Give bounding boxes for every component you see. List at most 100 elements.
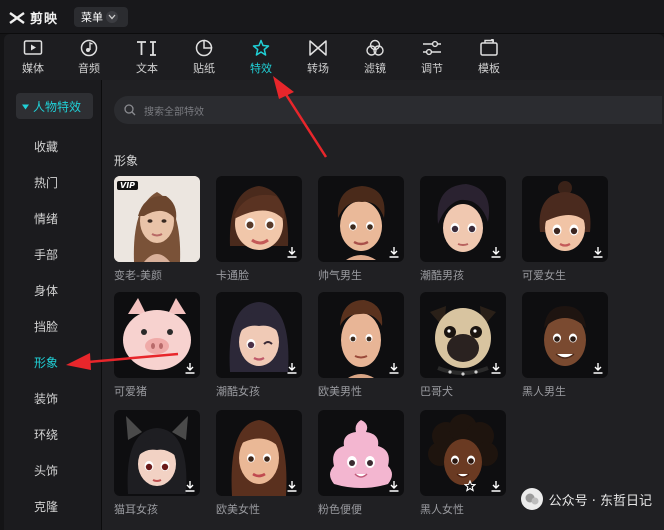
transition-icon (308, 38, 328, 58)
star-icon[interactable] (464, 480, 476, 492)
effect-card-pug[interactable]: 巴哥犬 (420, 292, 506, 399)
menu-button[interactable]: 菜单 (74, 7, 128, 27)
tab-audio[interactable]: 音频 (65, 38, 113, 78)
media-icon (23, 38, 43, 58)
tab-transition[interactable]: 转场 (294, 38, 342, 78)
effect-card-cartoon-face[interactable]: 卡通脸 (216, 176, 302, 283)
effect-label: 潮酷女孩 (216, 385, 260, 398)
sidebar-category-label: 人物特效 (33, 99, 82, 114)
tab-label: 调节 (421, 62, 443, 75)
effects-icon (251, 38, 271, 58)
effect-label: 可爱猪 (114, 385, 147, 398)
sidebar-item-hot[interactable]: 热门 (4, 171, 102, 193)
menu-label: 菜单 (81, 11, 103, 24)
effect-label: 欧美男性 (318, 385, 362, 398)
sidebar-item-headwear[interactable]: 头饰 (4, 459, 102, 481)
effect-thumbnail (216, 176, 302, 262)
tab-media[interactable]: 媒体 (9, 38, 57, 78)
effect-label: 黑人女性 (420, 503, 464, 516)
effect-card-handsome-boy[interactable]: 帅气男生 (318, 176, 404, 283)
download-icon[interactable] (286, 480, 298, 492)
effect-label: 潮酷男孩 (420, 269, 464, 282)
sticker-icon (194, 38, 214, 58)
capcut-logo-icon (8, 10, 26, 26)
template-icon (479, 38, 499, 58)
effect-card-western-woman[interactable]: 欧美女性 (216, 410, 302, 517)
effect-card-cool-boy[interactable]: 潮酷男孩 (420, 176, 506, 283)
download-icon[interactable] (184, 362, 196, 374)
download-icon[interactable] (490, 480, 502, 492)
effect-card-cute-girl[interactable]: 可爱女生 (522, 176, 608, 283)
tab-label: 音频 (78, 62, 100, 75)
tab-filter[interactable]: 滤镜 (351, 38, 399, 78)
tab-sticker[interactable]: 贴纸 (180, 38, 228, 78)
tab-adjust[interactable]: 调节 (408, 38, 456, 78)
tab-label: 模板 (478, 62, 500, 75)
sidebar-item-surround[interactable]: 环绕 (4, 423, 102, 445)
effect-thumbnail (318, 410, 404, 496)
watermark-text: 公众号 · 东哲日记 (548, 493, 652, 509)
effect-card-aging-beauty[interactable]: VIP 变老-美颜 (114, 176, 200, 283)
audio-icon (79, 38, 99, 58)
tab-text[interactable]: 文本 (123, 38, 171, 78)
effect-thumbnail (420, 176, 506, 262)
effect-card-black-girl[interactable]: 黑人女性 (420, 410, 506, 517)
sidebar-item-clone[interactable]: 克隆 (4, 495, 102, 517)
section-title: 形象 (114, 154, 139, 168)
sidebar-category-people-effects[interactable]: 人物特效 (16, 93, 93, 119)
effects-panel: 搜索全部特效 形象 VIP 变老-美颜 卡通脸 帅气男生 潮酷男孩 可爱女生 可… (102, 80, 664, 530)
wechat-official-account-icon (520, 488, 543, 510)
tab-label: 媒体 (22, 62, 44, 75)
effect-thumbnail: VIP (114, 176, 200, 262)
sidebar-item-emotion[interactable]: 情绪 (4, 207, 102, 229)
effect-card-black-boy[interactable]: 黑人男生 (522, 292, 608, 399)
effect-card-cat-ear-girl[interactable]: 猫耳女孩 (114, 410, 200, 517)
tab-label: 贴纸 (193, 62, 215, 75)
download-icon[interactable] (388, 246, 400, 258)
effect-card-cool-girl[interactable]: 潮酷女孩 (216, 292, 302, 399)
effect-thumbnail (420, 292, 506, 378)
download-icon[interactable] (592, 246, 604, 258)
tab-effects[interactable]: 特效 (237, 38, 285, 78)
sidebar-item-face-cover[interactable]: 挡脸 (4, 315, 102, 337)
download-icon[interactable] (286, 246, 298, 258)
sidebar-item-favorites[interactable]: 收藏 (4, 135, 102, 157)
title-bar: 剪映 菜单 (0, 0, 664, 34)
download-icon[interactable] (490, 246, 502, 258)
effect-thumbnail (216, 410, 302, 496)
sidebar-item-decoration[interactable]: 装饰 (4, 387, 102, 409)
download-icon[interactable] (388, 480, 400, 492)
tab-label: 滤镜 (364, 62, 386, 75)
effect-thumbnail (114, 292, 200, 378)
effect-label: 欧美女性 (216, 503, 260, 516)
caret-down-icon (22, 99, 29, 113)
search-icon (124, 101, 136, 120)
tab-template[interactable]: 模板 (465, 38, 513, 78)
sidebar-item-hand[interactable]: 手部 (4, 243, 102, 265)
download-icon[interactable] (388, 362, 400, 374)
tab-label: 文本 (136, 62, 158, 75)
effect-thumbnail (522, 176, 608, 262)
main-toolbar: 媒体 音频 文本 贴纸 特效 转场 滤镜 调节 模板 (4, 34, 664, 80)
effect-label: 粉色便便 (318, 503, 362, 516)
effect-card-pink-poop[interactable]: 粉色便便 (318, 410, 404, 517)
tab-label: 特效 (250, 62, 272, 75)
effect-label: 帅气男生 (318, 269, 362, 282)
download-icon[interactable] (490, 362, 502, 374)
search-input[interactable]: 搜索全部特效 (114, 96, 662, 124)
sidebar-item-avatar[interactable]: 形象 (4, 351, 102, 373)
effect-label: 巴哥犬 (420, 385, 453, 398)
effect-thumbnail (318, 292, 404, 378)
sidebar-item-body[interactable]: 身体 (4, 279, 102, 301)
effect-card-cute-pig[interactable]: 可爱猪 (114, 292, 200, 399)
download-icon[interactable] (184, 480, 196, 492)
watermark: 公众号 · 东哲日记 (520, 488, 652, 510)
vip-badge: VIP (117, 181, 139, 190)
download-icon[interactable] (592, 362, 604, 374)
download-icon[interactable] (286, 362, 298, 374)
tab-label: 转场 (307, 62, 329, 75)
effect-thumbnail (318, 176, 404, 262)
effect-card-western-man[interactable]: 欧美男性 (318, 292, 404, 399)
effect-label: 黑人男生 (522, 385, 566, 398)
chevron-down-icon (106, 11, 118, 23)
